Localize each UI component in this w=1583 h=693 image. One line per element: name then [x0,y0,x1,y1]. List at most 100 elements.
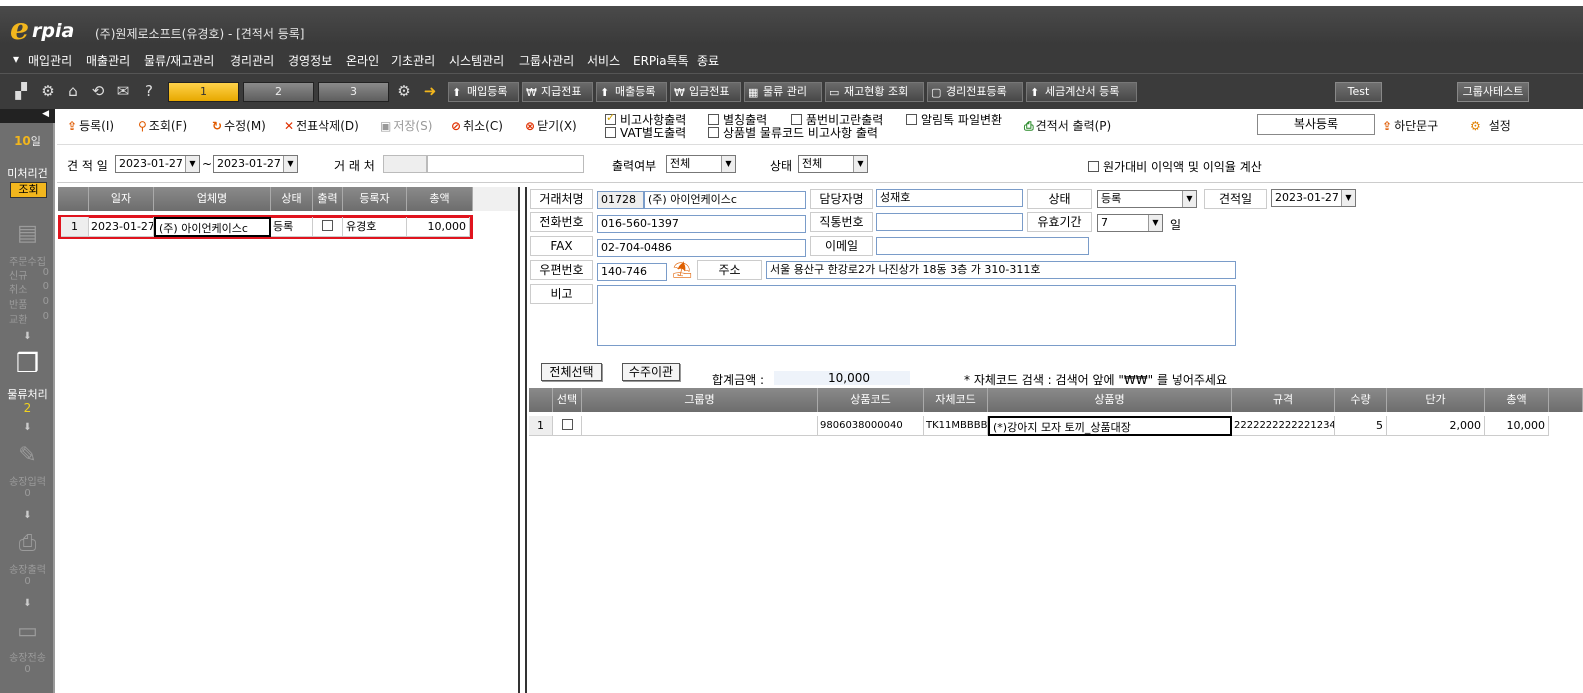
home-icon[interactable]: ⌂ [64,82,82,100]
register-button[interactable]: ⇪ 등록(I) [67,117,114,134]
zip-search-icon[interactable]: ⛱ [672,261,692,279]
sidebar-logistics[interactable]: 물류처리 [0,386,55,402]
status-select[interactable]: 전체 ▼ [798,155,868,173]
menu-group[interactable]: 그룹사관리 [519,52,574,69]
shortcut-deposit-slip[interactable]: ₩ 입금전표 [670,82,741,102]
arrow-right-icon[interactable]: ➜ [421,82,439,100]
detail-manager[interactable]: 성재호 [876,189,1023,207]
save-button[interactable]: ▣ 저장(S) [380,117,432,134]
detail-email[interactable] [876,237,1089,255]
shortcut-tax-invoice[interactable]: ⬆ 세금계산서 등록 [1026,82,1137,102]
margin-calc-option[interactable]: 원가대비 이익액 및 이익율 계산 [1088,158,1262,175]
date-from-picker[interactable]: 2023-01-27 ▼ [115,155,200,173]
modify-button[interactable]: ↻ 수정(M) [212,117,266,134]
item-name[interactable]: (*)강아지 모자 토끼_상품대장 [988,416,1232,436]
help-icon[interactable]: ? [140,82,158,100]
print-status-select[interactable]: 전체 ▼ [666,155,736,173]
detail-zip[interactable]: 140-746 [597,263,667,281]
sidebar-invoice-print[interactable]: 송장출력 [0,561,55,576]
menu-basic[interactable]: 기초관리 [391,52,435,69]
items-header-own-code[interactable]: 자체코드 [924,388,988,412]
item-select[interactable] [553,416,582,436]
menu-dropdown-icon[interactable]: ▾ [13,52,19,66]
item-spec[interactable]: 22222222222212345 [1232,416,1335,436]
validity-select[interactable]: 7 ▼ [1097,214,1163,232]
layout-icon[interactable]: ▞ [12,82,30,100]
tab-settings-icon[interactable]: ⚙ [395,82,413,100]
group-test-button[interactable]: 그룹사테스트 [1457,82,1529,102]
menu-exit[interactable]: 종료 [697,52,719,69]
print-partnum-checkbox[interactable] [791,114,802,125]
list-header-company[interactable]: 업체명 [154,187,271,211]
refresh-icon[interactable]: ⟲ [89,82,107,100]
item-qty[interactable]: 5 [1335,416,1387,436]
menu-logistics[interactable]: 물류/재고관리 [144,52,214,69]
settings-button[interactable]: ⚙ 설정 [1470,117,1511,134]
shortcut-logistics[interactable]: ▦ 물류 관리 [744,82,822,102]
partner-name-input[interactable] [427,155,584,173]
sidebar-invoice-send[interactable]: 송장전송 [0,649,55,664]
menu-sales[interactable]: 매출관리 [86,52,130,69]
print-vat-checkbox[interactable] [605,127,616,138]
test-button[interactable]: Test [1335,82,1382,102]
footer-text-button[interactable]: ⇪ 하단문구 [1382,117,1438,134]
list-header-status[interactable]: 상태 [271,187,313,211]
splitter-right[interactable] [525,187,527,693]
items-header-spec[interactable]: 규격 [1232,388,1335,412]
list-header-total[interactable]: 총액 [407,187,473,211]
shortcut-purchase-register[interactable]: ⬆ 매입등록 [448,82,519,102]
shortcut-accounting-slip[interactable]: ▢ 경리전표등록 [927,82,1023,102]
row-printed-checkbox[interactable] [322,220,333,231]
items-header-select[interactable]: 선택 [553,388,582,412]
alimtalk-checkbox[interactable] [906,114,917,125]
order-transfer-button[interactable]: 수주이관 [622,363,680,381]
items-header-price[interactable]: 단가 [1387,388,1485,412]
alimtalk-option[interactable]: 알림톡 파일변환 [906,111,1002,128]
sidebar-order-new[interactable]: 신규 0 [0,267,55,282]
detail-phone[interactable]: 016-560-1397 [597,215,806,233]
sidebar-invoice-input[interactable]: 송장입력 [0,473,55,488]
print-quote-button[interactable]: ⎙ 견적서 출력(P) [1024,117,1111,134]
menu-service[interactable]: 서비스 [587,52,620,69]
item-price[interactable]: 2,000 [1387,416,1485,436]
detail-partner-code[interactable]: 01728 [597,191,644,209]
items-header-code[interactable]: 상품코드 [818,388,924,412]
items-header-name[interactable]: 상품명 [988,388,1232,412]
sidebar-order-collect[interactable]: 주문수집 [0,253,55,268]
detail-status-select[interactable]: 등록 ▼ [1097,190,1197,208]
shortcut-sales-register[interactable]: ⬆ 매출등록 [596,82,667,102]
list-header-printed[interactable]: 출력 [313,187,343,211]
shortcut-payment-slip[interactable]: ₩ 지급전표 [522,82,593,102]
margin-calc-checkbox[interactable] [1088,161,1099,172]
query-button[interactable]: ⚲ 조회(F) [138,117,187,134]
menu-management[interactable]: 경영정보 [288,52,332,69]
delete-slip-button[interactable]: ✕ 전표삭제(D) [284,117,359,134]
print-item-logistics-checkbox[interactable] [708,127,719,138]
row-printed[interactable] [313,217,343,237]
select-all-button[interactable]: 전체선택 [541,363,602,381]
item-code[interactable]: 9806038000040 [818,416,924,436]
detail-direct[interactable] [876,213,1023,231]
sidebar-order-return[interactable]: 반품 0 [0,296,55,311]
close-button[interactable]: ⊗ 닫기(X) [525,117,577,134]
gear-icon[interactable]: ⚙ [39,82,57,100]
print-vat-option[interactable]: VAT별도출력 [605,124,686,141]
partner-code-input[interactable] [383,155,427,173]
detail-fax[interactable]: 02-704-0486 [597,239,806,257]
cancel-button[interactable]: ⊘ 취소(C) [451,117,503,134]
list-header-date[interactable]: 일자 [89,187,154,211]
page-tab-3[interactable]: 3 [318,82,389,102]
items-header-total[interactable]: 총액 [1485,388,1549,412]
quote-date-picker[interactable]: 2023-01-27 ▼ [1271,189,1356,207]
item-own-code[interactable]: TK11MBBBBB [924,416,988,436]
menu-system[interactable]: 시스템관리 [449,52,504,69]
splitter-left[interactable] [518,187,520,693]
copy-register-button[interactable]: 복사등록 [1257,114,1375,135]
sidebar-order-cancel[interactable]: 취소 0 [0,281,55,296]
menu-erpia-talk[interactable]: ERPia톡톡 [633,52,689,69]
detail-partner-name[interactable]: (주) 아이언케이스c [644,191,806,209]
sidebar-order-exchange[interactable]: 교환 0 [0,311,55,326]
item-group[interactable] [582,416,818,436]
item-select-checkbox[interactable] [561,419,573,430]
detail-memo[interactable] [597,285,1236,346]
